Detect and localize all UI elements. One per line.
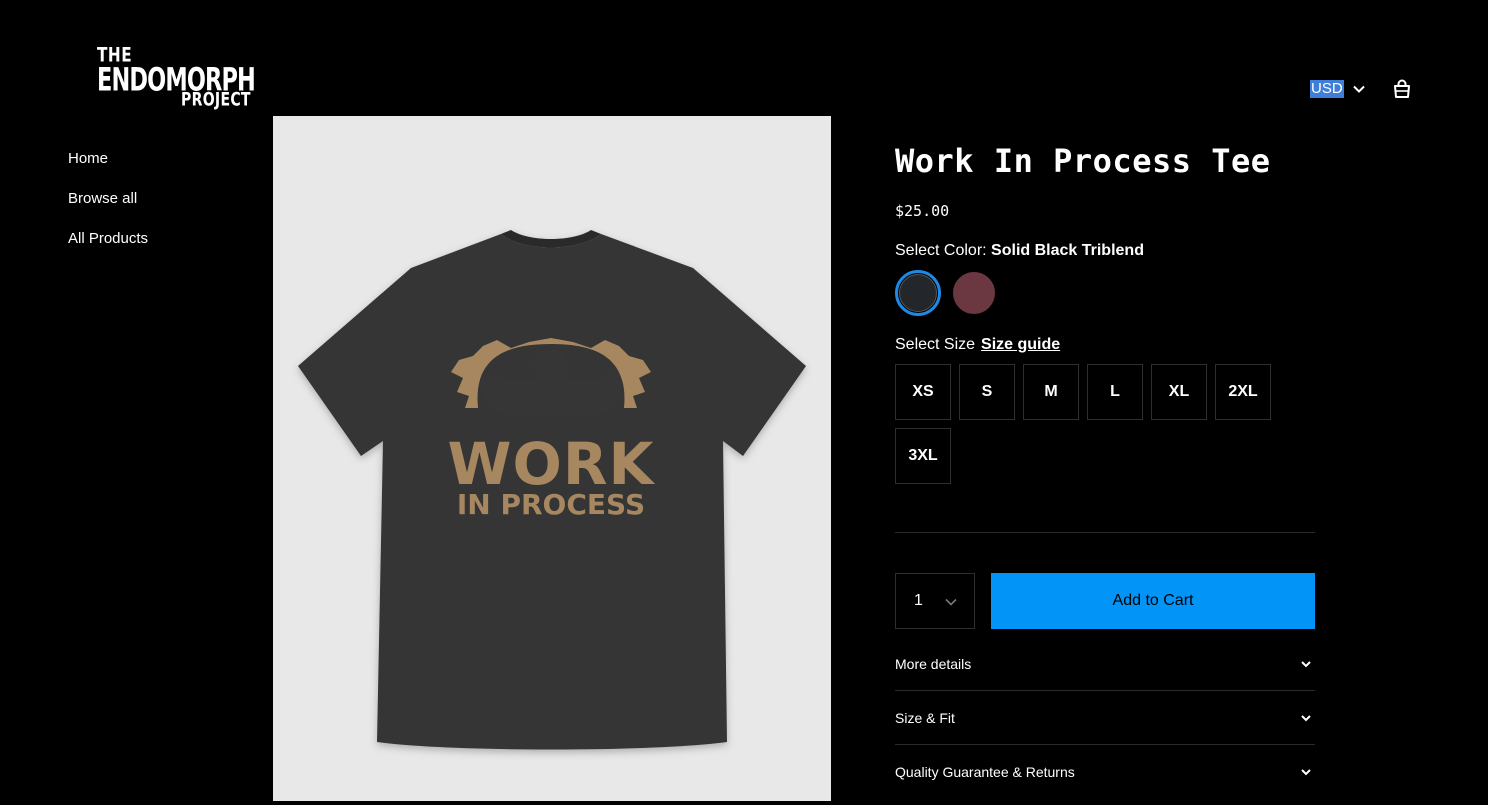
sidebar-nav: Home Browse all All Products [68, 150, 148, 270]
chevron-down-icon [942, 593, 960, 611]
swatch-dot [899, 274, 937, 312]
currency-selector[interactable]: USD [1310, 79, 1368, 99]
selected-color-name: Solid Black Triblend [991, 242, 1144, 259]
accordion-label: More details [895, 655, 972, 672]
size-guide-link[interactable]: Size guide [981, 336, 1060, 353]
product-title: Work In Process Tee [895, 142, 1271, 180]
shirt-print-line-2: IN PROCESS [457, 488, 645, 521]
color-label: Select Color: Solid Black Triblend [895, 242, 1144, 260]
accordion-more-details[interactable]: More details [895, 637, 1315, 691]
add-to-cart-button[interactable]: Add to Cart [991, 573, 1315, 629]
divider [895, 532, 1315, 533]
accordion-quality-returns[interactable]: Quality Guarantee & Returns [895, 745, 1315, 799]
color-label-text: Select Color: [895, 242, 987, 259]
site-logo[interactable]: THE ENDOMORPH PROJECT [97, 44, 261, 111]
chevron-down-icon [1297, 763, 1315, 781]
size-option-s[interactable]: S [959, 364, 1015, 420]
size-option-xs[interactable]: XS [895, 364, 951, 420]
size-option-3xl[interactable]: 3XL [895, 428, 951, 484]
size-option-m[interactable]: M [1023, 364, 1079, 420]
nav-item-browse-all[interactable]: Browse all [68, 190, 148, 230]
product-price: $25.00 [895, 202, 950, 220]
accordion-label: Quality Guarantee & Returns [895, 764, 1075, 780]
currency-value: USD [1310, 80, 1344, 98]
quantity-select[interactable]: 1 [895, 573, 975, 629]
size-option-l[interactable]: L [1087, 364, 1143, 420]
product-accordion: More details Size & Fit Quality Guarante… [895, 637, 1315, 799]
nav-item-home[interactable]: Home [68, 150, 148, 190]
size-label-text: Select Size [895, 336, 976, 353]
accordion-size-fit[interactable]: Size & Fit [895, 691, 1315, 745]
size-label: Select Size Size guide [895, 336, 1060, 354]
size-option-2xl[interactable]: 2XL [1215, 364, 1271, 420]
nav-item-all-products[interactable]: All Products [68, 230, 148, 270]
accordion-label: Size & Fit [895, 709, 955, 726]
size-option-xl[interactable]: XL [1151, 364, 1207, 420]
color-swatch-maroon[interactable] [951, 270, 997, 316]
chevron-down-icon [1350, 80, 1368, 98]
product-image[interactable]: WORK IN PROCESS [273, 116, 831, 801]
color-swatches [895, 270, 997, 316]
color-swatch-black[interactable] [895, 270, 941, 316]
quantity-value: 1 [914, 592, 923, 609]
size-options: XS S M L XL 2XL 3XL [895, 364, 1285, 484]
logo-line-3: PROJECT [181, 89, 251, 111]
swatch-dot [953, 272, 995, 314]
chevron-down-icon [1297, 709, 1315, 727]
shopping-bag-icon[interactable] [1391, 78, 1413, 100]
chevron-down-icon [1297, 655, 1315, 673]
